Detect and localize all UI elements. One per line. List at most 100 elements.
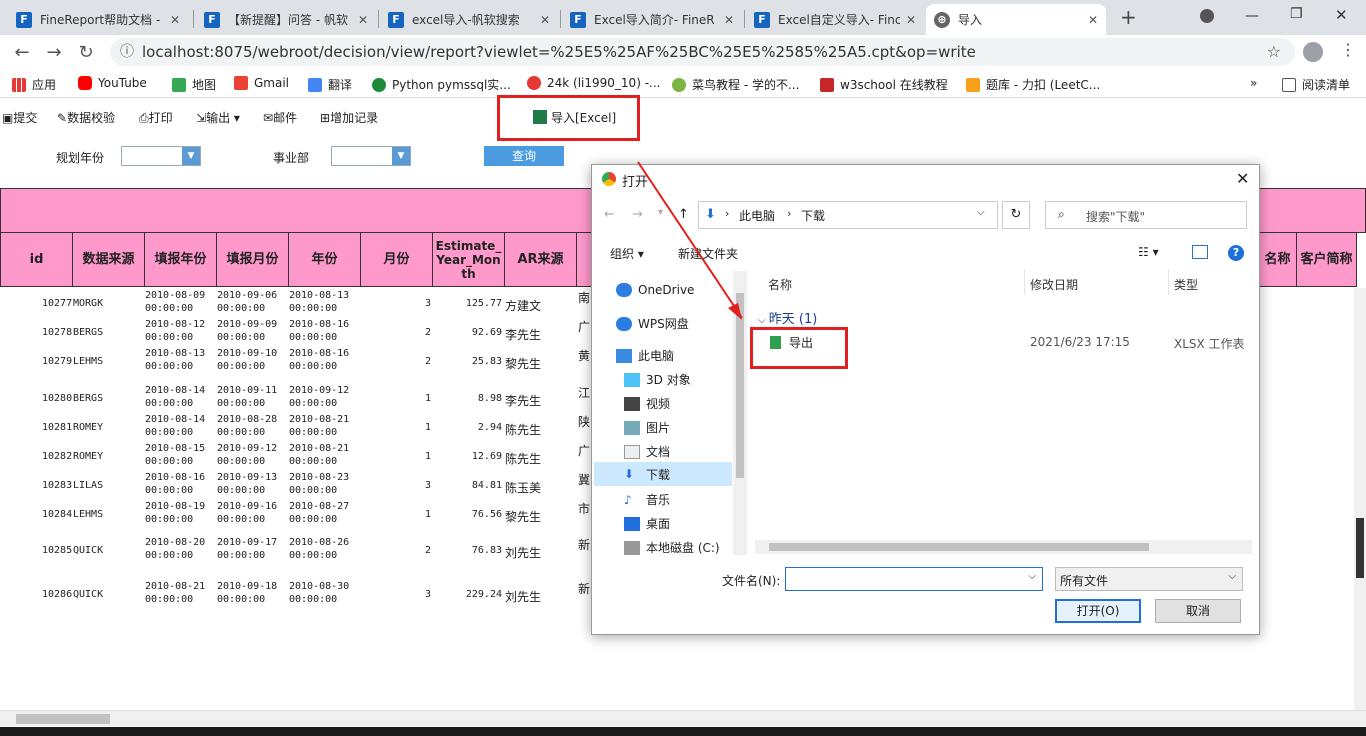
submit-button[interactable]: ▣提交 bbox=[2, 109, 37, 126]
chevron-down-icon[interactable]: ▼ bbox=[392, 147, 410, 165]
forward-icon[interactable]: → bbox=[42, 41, 66, 65]
filetype-select[interactable]: 所有文件 ⌵ bbox=[1055, 567, 1243, 591]
computer-icon bbox=[616, 348, 632, 363]
tree-item-music[interactable]: ♪ 音乐 bbox=[624, 491, 670, 508]
export-button[interactable]: ⇲输出 ▾ bbox=[196, 109, 240, 126]
page-horizontal-scrollbar[interactable] bbox=[0, 710, 1366, 726]
tab-5[interactable]: F Excel自定义导入- Finc ✕ bbox=[746, 4, 924, 35]
column-type[interactable]: 类型 bbox=[1174, 276, 1198, 293]
menu-icon[interactable]: ⋮ bbox=[1340, 40, 1356, 59]
url-field[interactable]: ⓘ localhost:8075/webroot/decision/view/re… bbox=[110, 38, 1295, 66]
document-icon bbox=[624, 444, 640, 459]
close-icon[interactable]: ✕ bbox=[540, 13, 550, 27]
column-date[interactable]: 修改日期 bbox=[1030, 276, 1078, 293]
scrollbar-thumb[interactable] bbox=[1356, 518, 1364, 578]
close-icon[interactable]: ✕ bbox=[1236, 169, 1249, 188]
tree-item-documents[interactable]: 文档 bbox=[624, 443, 670, 460]
highlight-box bbox=[750, 327, 848, 369]
path-segment[interactable]: 下载 bbox=[801, 207, 825, 224]
reading-list[interactable]: 阅读清单 bbox=[1282, 76, 1350, 93]
bookmark-runoob[interactable]: 菜鸟教程 - 学的不... bbox=[672, 76, 799, 93]
back-icon[interactable]: ← bbox=[604, 207, 615, 222]
chevron-down-icon[interactable]: ⌵ bbox=[1228, 571, 1236, 582]
cancel-button[interactable]: 取消 bbox=[1155, 599, 1241, 623]
restore-icon[interactable]: ❐ bbox=[1290, 6, 1303, 22]
preview-pane-icon[interactable] bbox=[1192, 245, 1208, 259]
avatar[interactable] bbox=[1303, 42, 1323, 62]
bookmark-gmail[interactable]: Gmail bbox=[234, 76, 289, 90]
tab-title: 【新提醒】问答 - 帆软 bbox=[228, 13, 348, 27]
tree-item-3d[interactable]: 3D 对象 bbox=[624, 371, 691, 388]
validate-button[interactable]: ✎数据校验 bbox=[57, 109, 115, 126]
tree-item-downloads[interactable]: ⬇ 下载 bbox=[594, 462, 732, 486]
bookmark-translate[interactable]: 翻译 bbox=[308, 76, 352, 93]
close-icon[interactable]: ✕ bbox=[724, 13, 734, 27]
bookmark-label: 翻译 bbox=[328, 78, 353, 92]
close-icon[interactable]: ✕ bbox=[906, 13, 916, 27]
add-record-button[interactable]: ⊞增加记录 bbox=[320, 109, 378, 126]
help-icon[interactable]: ? bbox=[1228, 245, 1244, 261]
scrollbar-thumb[interactable] bbox=[16, 714, 110, 724]
cell-id: 10284 bbox=[42, 509, 73, 520]
close-window-icon[interactable]: ✕ bbox=[1335, 6, 1348, 24]
chevron-down-icon[interactable]: ▼ bbox=[182, 147, 200, 165]
scrollbar-thumb[interactable] bbox=[769, 543, 1149, 551]
tab-1[interactable]: F FineReport帮助文档 - ✕ bbox=[8, 4, 188, 35]
dept-combo[interactable]: ▼ bbox=[331, 146, 411, 166]
mail-button[interactable]: ✉邮件 bbox=[263, 109, 297, 126]
tab-2[interactable]: F 【新提醒】问答 - 帆软 ✕ bbox=[196, 4, 376, 35]
tree-item-this-pc[interactable]: 此电脑 bbox=[616, 347, 674, 364]
tree-item-c-drive[interactable]: 本地磁盘 (C:) bbox=[624, 539, 720, 556]
bookmark-w3school[interactable]: w3school 在线教程 bbox=[820, 76, 948, 93]
cell-v: 76.56 bbox=[471, 509, 502, 520]
chevron-down-icon[interactable]: ⌵ bbox=[977, 207, 985, 218]
bookmark-maps[interactable]: 地图 bbox=[172, 76, 216, 93]
minimize-icon[interactable]: — bbox=[1245, 8, 1259, 24]
close-icon[interactable]: ✕ bbox=[170, 13, 180, 27]
export-label: 输出 bbox=[206, 111, 231, 125]
finereport-favicon-icon: F bbox=[204, 11, 220, 28]
tree-item-desktop[interactable]: 桌面 bbox=[624, 515, 670, 532]
back-icon[interactable]: ← bbox=[10, 41, 34, 65]
horizontal-scrollbar[interactable] bbox=[755, 540, 1252, 554]
refresh-icon[interactable]: ↻ bbox=[1002, 201, 1030, 229]
more-bookmarks-icon[interactable]: » bbox=[1250, 76, 1257, 90]
tree-label: 下载 bbox=[646, 467, 671, 482]
chevron-down-icon[interactable]: ⌵ bbox=[1028, 571, 1036, 582]
open-button[interactable]: 打开(O) bbox=[1055, 599, 1141, 623]
filename-input[interactable]: ⌵ bbox=[785, 567, 1043, 591]
search-icon: ⌕ bbox=[1058, 207, 1065, 221]
cell-time: 00:00:00 bbox=[145, 427, 194, 438]
cell-p: 刘先生 bbox=[505, 546, 542, 560]
year-combo[interactable]: ▼ bbox=[121, 146, 201, 166]
close-icon[interactable]: ✕ bbox=[358, 13, 368, 27]
csdn-icon bbox=[527, 76, 541, 90]
close-icon[interactable]: ✕ bbox=[1088, 13, 1098, 27]
tab-6-active[interactable]: ⊕ 导入 ✕ bbox=[926, 4, 1106, 35]
page-vertical-scrollbar[interactable] bbox=[1354, 288, 1366, 710]
tree-item-videos[interactable]: 视频 bbox=[624, 395, 670, 412]
bookmark-leetcode[interactable]: 题库 - 力扣 (LeetC... bbox=[966, 76, 1100, 93]
new-tab-icon[interactable]: + bbox=[1120, 5, 1137, 29]
tab-3[interactable]: Fexcel导入-帆软搜索 ✕ bbox=[380, 4, 558, 35]
tree-item-pictures[interactable]: 图片 bbox=[624, 419, 670, 436]
bookmark-24k[interactable]: 24k (li1990_10) -... bbox=[527, 76, 660, 90]
star-icon[interactable]: ☆ bbox=[1267, 38, 1281, 66]
info-icon[interactable]: ⓘ bbox=[120, 38, 134, 66]
view-icon[interactable]: ☷ ▾ bbox=[1138, 245, 1159, 259]
search-box[interactable]: ⌕ 搜索"下载" bbox=[1045, 201, 1247, 229]
print-button[interactable]: ⎙打印 bbox=[139, 109, 173, 126]
group-header[interactable]: ⌵ 昨天 (1) bbox=[758, 308, 817, 327]
apps-icon bbox=[12, 77, 26, 92]
tab-4[interactable]: F Excel导入简介- FineR ✕ bbox=[562, 4, 742, 35]
bookmark-youtube[interactable]: YouTube bbox=[78, 76, 147, 90]
bookmark-label: Gmail bbox=[254, 76, 290, 90]
bookmark-python[interactable]: Python pymssql实... bbox=[372, 76, 511, 93]
column-name[interactable]: 名称 bbox=[768, 276, 792, 293]
tab-search-icon[interactable] bbox=[1200, 9, 1214, 23]
bookmark-apps[interactable]: 应用 bbox=[12, 76, 56, 93]
query-button[interactable]: 查询 bbox=[484, 146, 564, 166]
column-header: 月份 bbox=[361, 233, 433, 287]
reload-icon[interactable]: ↻ bbox=[74, 41, 98, 65]
cell-time: 00:00:00 bbox=[289, 456, 338, 467]
